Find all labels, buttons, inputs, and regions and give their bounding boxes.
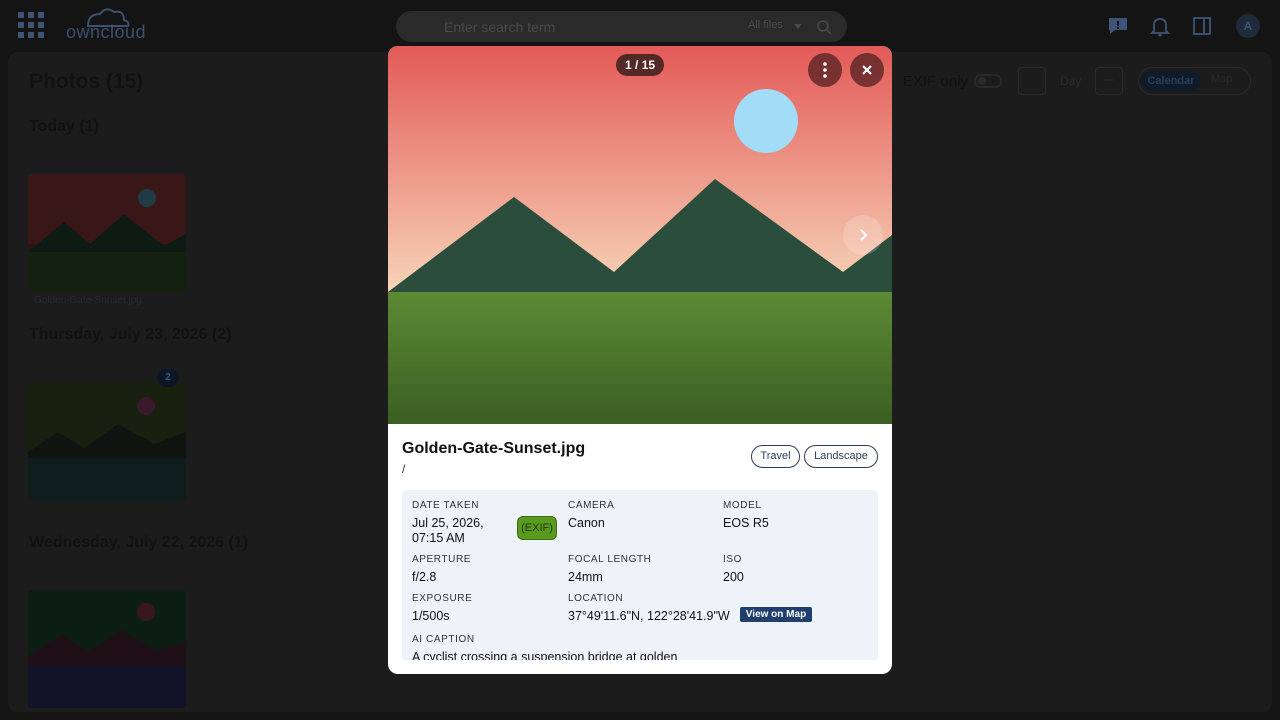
photo-thumbnail[interactable] <box>28 590 186 708</box>
sidebar-toggle-icon[interactable] <box>1190 14 1214 38</box>
search-scope-select[interactable]: All files <box>748 19 783 31</box>
model-value: EOS R5 <box>723 516 769 530</box>
location-label: LOCATION <box>568 593 624 604</box>
metadata-grid: DATE TAKEN Jul 25, 2026, 07:15 AM (EXIF)… <box>402 490 878 660</box>
date-taken-value-time: 07:15 AM <box>412 531 465 545</box>
tag-travel[interactable]: Travel <box>751 445 800 468</box>
photo-thumbnail[interactable]: Golden-Gate-Sunset.jpg <box>28 174 186 312</box>
iso-label: ISO <box>723 554 743 565</box>
camera-label: CAMERA <box>568 500 615 511</box>
view-mode-switch: Calendar Map <box>1138 67 1251 95</box>
photo-detail-modal: 1 / 15 Golden-Gate-Sunset.jpg / Travel L… <box>388 46 892 674</box>
logo-text: owncloud <box>66 22 147 42</box>
exposure-label: EXPOSURE <box>412 593 473 604</box>
feedback-icon[interactable] <box>1106 14 1130 38</box>
exif-only-label: EXIF only <box>903 73 969 90</box>
search-bar: All files <box>396 11 847 42</box>
location-value: 37°49'11.6"N, 122°28'41.9"W <box>568 609 730 623</box>
exif-only-toggle[interactable] <box>974 74 1002 88</box>
date-taken-label: DATE TAKEN <box>412 500 480 511</box>
zoom-out-button[interactable]: – <box>1095 67 1123 95</box>
section-title-thursday: Thursday, July 23, 2026 (2) <box>29 326 232 343</box>
close-icon <box>862 65 872 75</box>
iso-value: 200 <box>723 570 744 584</box>
search-input[interactable] <box>444 17 734 37</box>
tag-landscape[interactable]: Landscape <box>804 445 878 468</box>
file-name: Golden-Gate-Sunset.jpg <box>402 440 586 457</box>
view-on-map-button[interactable]: View on Map <box>740 607 812 622</box>
owncloud-logo[interactable]: owncloud <box>66 4 147 46</box>
camera-value: Canon <box>568 516 605 530</box>
chevron-down-icon[interactable] <box>794 24 802 29</box>
search-icon[interactable] <box>816 19 832 35</box>
exposure-value: 1/500s <box>412 609 450 623</box>
chevron-right-icon <box>860 229 868 241</box>
top-bar: owncloud All files A <box>0 0 1280 52</box>
more-options-button[interactable] <box>808 53 842 87</box>
section-title-today: Today (1) <box>29 118 99 135</box>
next-photo-button[interactable] <box>843 215 883 255</box>
thumbnail-caption: Golden-Gate-Sunset.jpg <box>34 295 142 306</box>
photo-thumbnail[interactable] <box>28 382 186 500</box>
date-taken-value-date: Jul 25, 2026, <box>412 516 484 530</box>
model-label: MODEL <box>723 500 762 511</box>
ai-caption-label: AI CAPTION <box>412 634 475 645</box>
aperture-value: f/2.8 <box>412 570 437 584</box>
close-button[interactable] <box>850 53 884 87</box>
page-title: Photos (15) <box>29 70 144 93</box>
avatar[interactable]: A <box>1236 14 1260 38</box>
zoom-day-label: Day <box>1060 74 1082 88</box>
photo-image <box>388 46 892 424</box>
view-calendar-button[interactable]: Calendar <box>1142 71 1200 91</box>
photo-viewer: 1 / 15 <box>388 46 892 424</box>
ai-caption-value: A cyclist crossing a suspension bridge a… <box>412 650 678 660</box>
aperture-label: APERTURE <box>412 554 472 565</box>
bell-icon[interactable] <box>1148 14 1172 38</box>
photo-counter: 1 / 15 <box>616 54 664 76</box>
focal-length-label: FOCAL LENGTH <box>568 554 652 565</box>
more-vertical-icon <box>823 62 827 78</box>
photo-info-panel: Golden-Gate-Sunset.jpg / Travel Landscap… <box>388 424 892 674</box>
group-count-badge: 2 <box>157 369 179 387</box>
apps-grid-icon[interactable] <box>18 12 44 38</box>
exif-source-badge: (EXIF) <box>517 516 557 540</box>
section-title-wednesday: Wednesday, July 22, 2026 (1) <box>29 534 249 551</box>
select-all-checkbox[interactable] <box>1018 67 1046 95</box>
file-path: / <box>402 462 406 476</box>
view-map-button[interactable]: Map <box>1211 73 1232 85</box>
focal-length-value: 24mm <box>568 570 603 584</box>
